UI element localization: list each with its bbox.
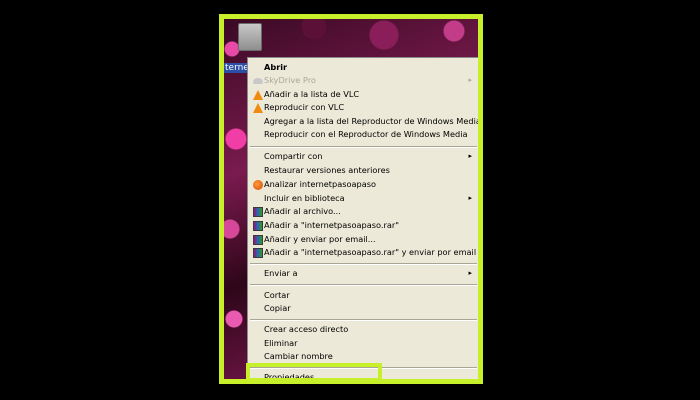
menu-item-restaurar-versiones[interactable]: Restaurar versiones anteriores [248, 164, 478, 177]
winrar-icon [253, 207, 263, 217]
menu-separator [250, 319, 477, 321]
menu-item-label: Restaurar versiones anteriores [264, 165, 390, 175]
menu-item-label: Cambiar nombre [264, 351, 333, 361]
menu-item-vlc-add[interactable]: Añadir a la lista de VLC [248, 88, 478, 101]
menu-item-vlc-play[interactable]: Reproducir con VLC [248, 101, 478, 114]
menu-item-label: Incluir en biblioteca [264, 193, 345, 203]
menu-item-label: Añadir a "internetpasoapaso.rar" y envia… [264, 247, 477, 257]
vlc-icon [253, 90, 263, 100]
menu-item-anadir-archivo[interactable]: Añadir al archivo... [248, 205, 478, 218]
menu-item-label: Abrir [264, 62, 288, 72]
menu-item-cortar[interactable]: Cortar [248, 289, 478, 302]
menu-item-label: Reproducir con el Reproductor de Windows… [264, 129, 468, 139]
avast-icon [253, 180, 263, 190]
menu-item-label: Crear acceso directo [264, 324, 349, 334]
desktop-file-label[interactable]: terne [224, 63, 250, 73]
desktop-file-icon[interactable] [238, 23, 262, 51]
screenshot-frame: terne Abrir SkyDrive Pro ▸ Añadir a la l… [219, 14, 483, 384]
menu-item-analizar[interactable]: Analizar internetpasoapaso [248, 178, 478, 191]
submenu-arrow-icon: ▸ [468, 152, 472, 160]
menu-item-incluir-biblioteca[interactable]: Incluir en biblioteca ▸ [248, 192, 478, 205]
winrar-icon [253, 248, 263, 258]
menu-item-anadir-email[interactable]: Añadir y enviar por email... [248, 233, 478, 246]
menu-item-label: SkyDrive Pro [264, 75, 316, 85]
menu-item-label: Enviar a [264, 268, 298, 278]
menu-item-anadir-rar-email[interactable]: Añadir a "internetpasoapaso.rar" y envia… [248, 246, 478, 259]
menu-item-label: Agregar a la lista del Reproductor de Wi… [264, 116, 481, 126]
menu-item-label: Compartir con [264, 151, 323, 161]
menu-item-anadir-rar[interactable]: Añadir a "internetpasoapaso.rar" [248, 219, 478, 232]
menu-item-label: Añadir a "internetpasoapaso.rar" [264, 220, 399, 230]
menu-item-crear-acceso[interactable]: Crear acceso directo [248, 323, 478, 336]
menu-item-copiar[interactable]: Copiar [248, 302, 478, 315]
menu-item-label: Copiar [264, 303, 291, 313]
menu-item-label: Analizar internetpasoapaso [264, 179, 377, 189]
menu-item-label: Cortar [264, 290, 290, 300]
highlight-box [246, 363, 382, 379]
submenu-arrow-icon: ▸ [468, 76, 472, 84]
menu-item-abrir[interactable]: Abrir [248, 61, 478, 74]
vlc-icon [253, 103, 263, 113]
menu-separator [250, 146, 477, 148]
onedrive-icon [253, 78, 263, 84]
menu-item-enviar-a[interactable]: Enviar a ▸ [248, 267, 478, 280]
menu-item-label: Añadir y enviar por email... [264, 234, 376, 244]
menu-item-eliminar[interactable]: Eliminar [248, 337, 478, 350]
context-menu: Abrir SkyDrive Pro ▸ Añadir a la lista d… [247, 57, 481, 379]
menu-item-label: Añadir a la lista de VLC [264, 89, 360, 99]
menu-item-cambiar-nombre[interactable]: Cambiar nombre [248, 350, 478, 363]
menu-item-skydrive-pro[interactable]: SkyDrive Pro ▸ [248, 74, 478, 87]
menu-separator [250, 263, 477, 265]
winrar-icon [253, 221, 263, 231]
winrar-icon [253, 235, 263, 245]
menu-separator [250, 284, 477, 286]
menu-item-compartir-con[interactable]: Compartir con ▸ [248, 150, 478, 163]
menu-item-label: Reproducir con VLC [264, 102, 345, 112]
menu-item-label: Eliminar [264, 338, 298, 348]
menu-item-wmp-add[interactable]: Agregar a la lista del Reproductor de Wi… [248, 115, 481, 128]
menu-item-label: Añadir al archivo... [264, 206, 341, 216]
menu-item-wmp-play[interactable]: Reproducir con el Reproductor de Windows… [248, 128, 478, 141]
submenu-arrow-icon: ▸ [468, 194, 472, 202]
submenu-arrow-icon: ▸ [468, 269, 472, 277]
